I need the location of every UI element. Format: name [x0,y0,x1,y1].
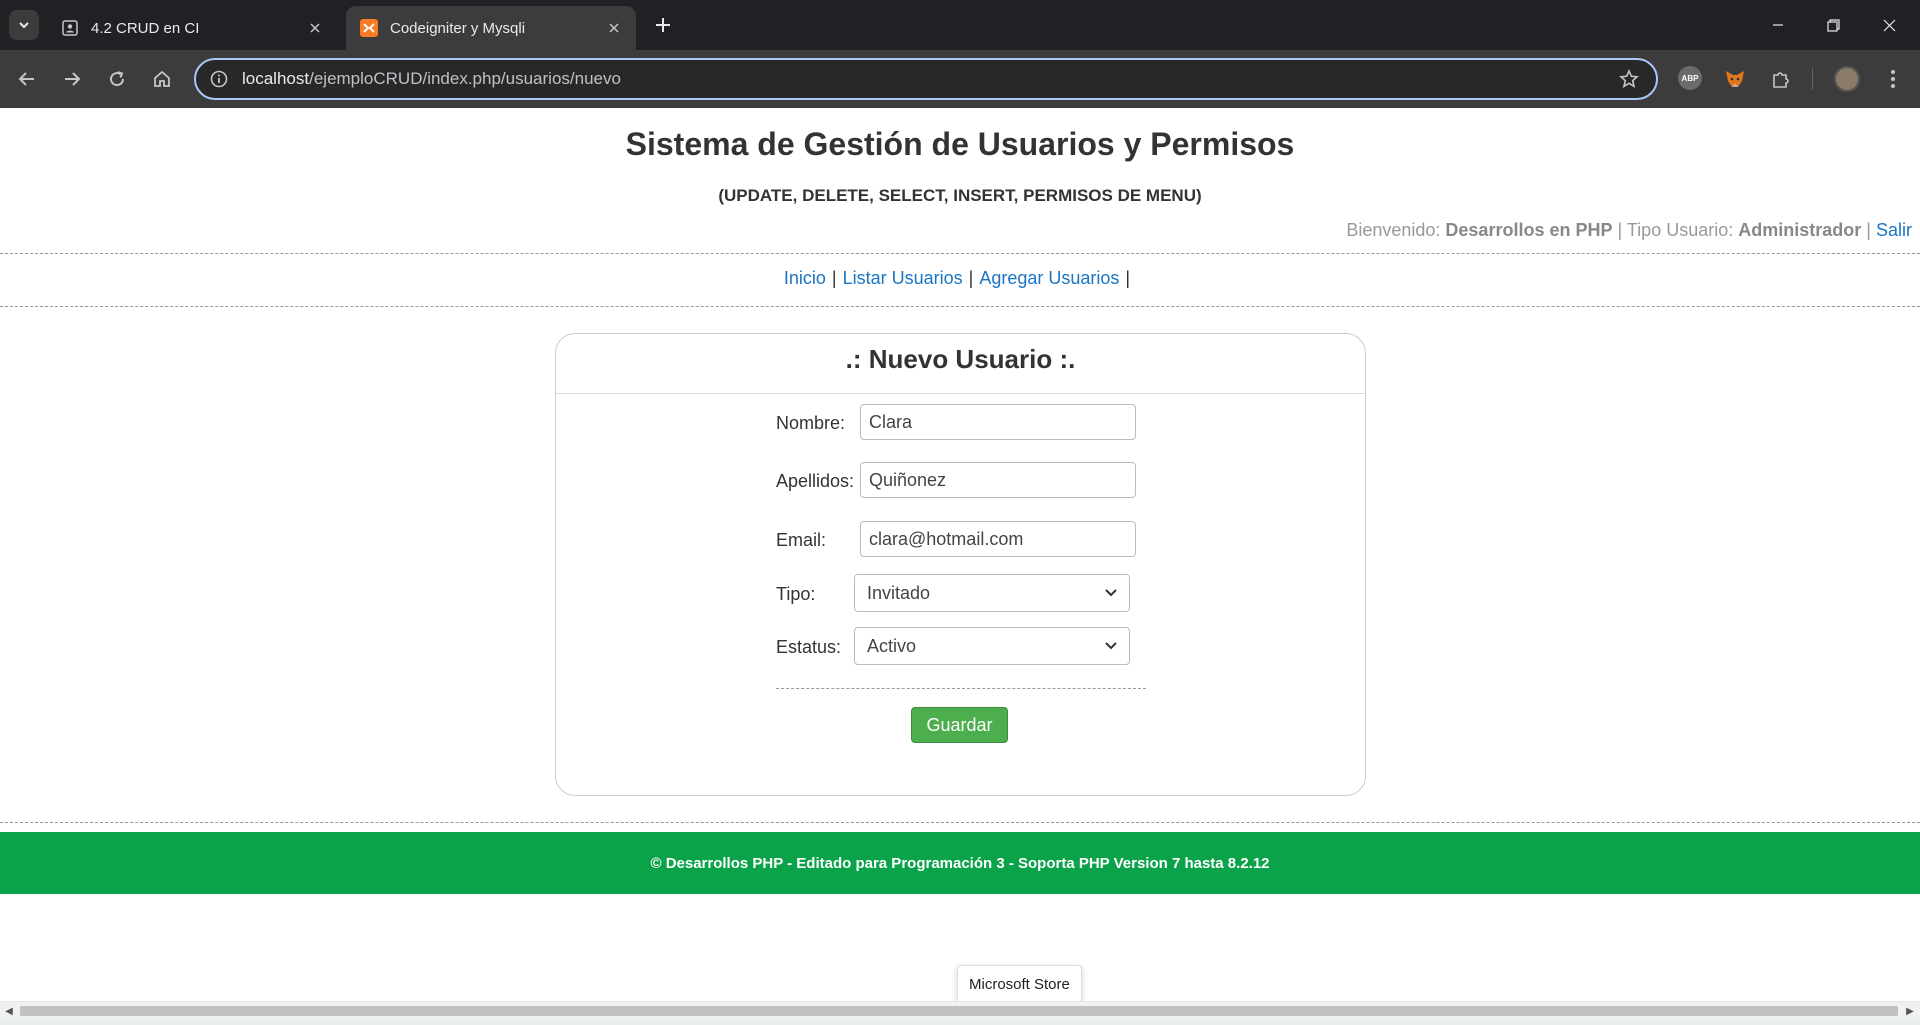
page-subtitle: (UPDATE, DELETE, SELECT, INSERT, PERMISO… [718,186,1202,205]
close-window-button[interactable] [1866,8,1912,42]
tooltip: Microsoft Store [957,965,1082,1003]
close-tab-icon[interactable] [604,18,624,38]
close-tab-icon[interactable] [305,18,325,38]
new-user-form-card: .: Nuevo Usuario :. Nombre: Clara Apelli… [555,333,1366,796]
contact-page-icon [61,19,79,37]
separator: | [1617,220,1623,240]
tab-search-button[interactable] [9,10,39,40]
estatus-select[interactable]: Activo [854,627,1130,665]
adblock-plus-icon[interactable]: ABP [1678,66,1702,90]
tipo-label: Tipo: [776,584,816,604]
taskbar-edge [0,1019,1920,1025]
form-title-divider [556,393,1365,394]
xampp-icon [360,19,378,37]
nombre-label: Nombre: [776,413,846,433]
main-menu: Inicio | Listar Usuarios | Agregar Usuarios | [0,268,1920,289]
metamask-fox-icon[interactable] [1722,66,1748,92]
reload-button[interactable] [102,64,132,94]
estatus-label: Estatus: [776,637,842,657]
divider [0,253,1920,254]
menu-item-agregar-usuarios[interactable]: Agregar Usuarios [979,268,1119,288]
new-tab-button[interactable] [650,12,676,38]
chevron-down-icon [19,22,29,29]
arrow-left-icon [18,72,34,86]
divider [0,822,1920,823]
tab-title: 4.2 CRUD en CI [91,19,200,37]
bookmark-star-icon[interactable] [1616,66,1642,92]
footer-text: © Desarrollos PHP - Editado para Program… [650,854,1270,872]
more-menu-icon[interactable] [1880,66,1906,92]
user-name: Desarrollos en PHP [1445,220,1613,240]
menu-separator: | [968,268,974,288]
arrow-right-icon [65,72,81,86]
chevron-down-icon [1105,589,1117,597]
plus-icon [656,18,670,32]
email-input[interactable]: clara@hotmail.com [860,521,1136,557]
address-bar[interactable]: localhost/ejemploCRUD/index.php/usuarios… [194,58,1658,100]
scroll-left-arrow-icon[interactable]: ◀ [3,1005,15,1017]
url-text[interactable]: localhost/ejemploCRUD/index.php/usuarios… [242,69,1616,89]
apellidos-label: Apellidos: [776,471,855,491]
reload-icon [110,71,125,87]
menu-item-listar-usuarios[interactable]: Listar Usuarios [843,268,963,288]
separator: | [1866,220,1871,240]
close-icon [1883,19,1895,31]
page-title: Sistema de Gestión de Usuarios y Permiso… [625,126,1295,162]
minimize-button[interactable] [1755,8,1801,42]
tab-codeigniter-y-mysqli[interactable]: Codeigniter y Mysqli [346,6,636,50]
chevron-down-icon [1105,642,1117,650]
tab-title: Codeigniter y Mysqli [390,19,526,37]
page-content: Sistema de Gestión de Usuarios y Permiso… [0,108,1920,998]
logout-link[interactable]: Salir [1876,220,1912,240]
browser-toolbar: localhost/ejemploCRUD/index.php/usuarios… [0,50,1920,108]
home-button[interactable] [147,64,177,94]
browser-tab-bar: 4.2 CRUD en CI Codeigniter y Mysqli [0,0,1920,50]
profile-avatar[interactable] [1834,66,1860,92]
menu-item-inicio[interactable]: Inicio [784,268,826,288]
back-button[interactable] [12,64,42,94]
apellidos-input[interactable]: Quiñonez [860,462,1136,498]
minimize-icon [1773,24,1783,26]
url-host: localhost [242,69,310,88]
form-title: .: Nuevo Usuario :. [845,344,1076,374]
email-label: Email: [776,530,827,550]
divider [0,306,1920,307]
scroll-right-arrow-icon[interactable]: ▶ [1904,1005,1916,1017]
menu-separator: | [1125,268,1131,288]
tipo-select[interactable]: Invitado [854,574,1130,612]
footer: © Desarrollos PHP - Editado para Program… [0,832,1920,894]
horizontal-scrollbar[interactable]: ◀ ▶ [0,1001,1920,1019]
toolbar-divider [1812,68,1813,90]
home-icon [154,70,170,87]
scrollbar-thumb[interactable] [20,1006,1898,1016]
user-type: Administrador [1738,220,1862,240]
welcome-label: Bienvenido: [1346,220,1441,240]
tab-crud-en-ci[interactable]: 4.2 CRUD en CI [47,6,337,50]
menu-separator: | [831,268,837,288]
estatus-selected-value: Activo [867,635,917,656]
tooltip-text: Microsoft Store [969,975,1070,993]
restore-button[interactable] [1810,8,1856,42]
welcome-bar: Bienvenido: Desarrollos en PHP | Tipo Us… [1346,220,1912,241]
nombre-input[interactable]: Clara [860,404,1136,440]
forward-button[interactable] [57,64,87,94]
extensions-puzzle-icon[interactable] [1768,66,1794,92]
user-type-label: Tipo Usuario: [1626,220,1734,240]
tipo-selected-value: Invitado [867,582,931,603]
form-divider [776,688,1146,689]
site-info-icon[interactable] [208,68,230,90]
url-path: /ejemploCRUD/index.php/usuarios/nuevo [309,69,621,88]
restore-icon [1826,18,1840,32]
save-button[interactable]: Guardar [911,707,1008,743]
